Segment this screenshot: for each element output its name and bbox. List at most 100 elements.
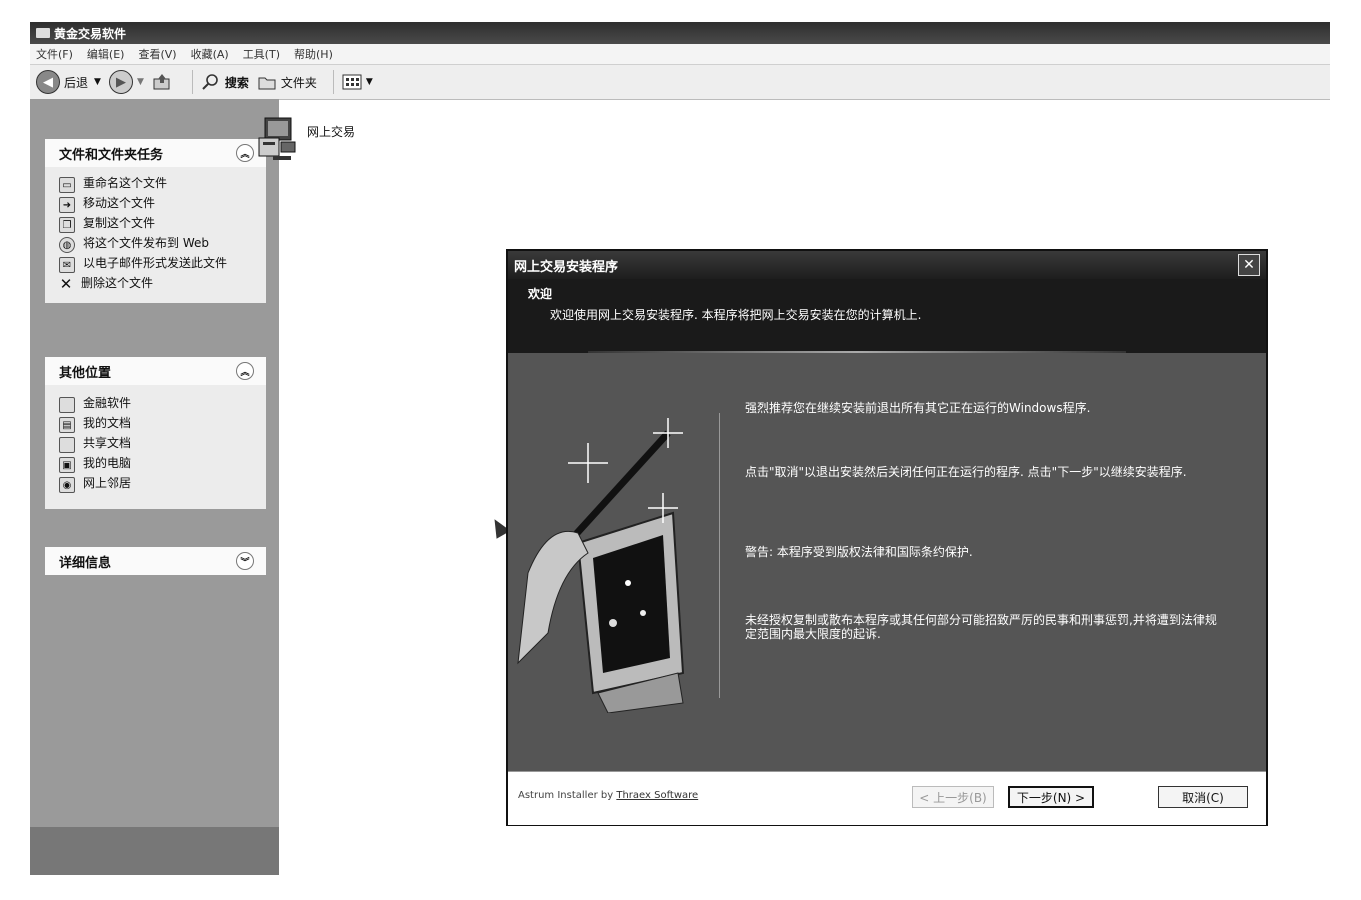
body-divider xyxy=(719,413,720,698)
web-publish-icon: ◍ xyxy=(59,237,75,253)
menu-view[interactable]: 查看(V) xyxy=(138,46,176,62)
views-button[interactable]: ▼ xyxy=(342,73,373,91)
back-button[interactable]: ◀ 后退 ▼ xyxy=(36,70,101,94)
details-title: 详细信息 xyxy=(59,555,112,571)
up-folder-button[interactable] xyxy=(152,73,176,91)
place-my-computer[interactable]: ▣ 我的电脑 xyxy=(59,457,256,473)
place-my-documents[interactable]: ▤ 我的文档 xyxy=(59,417,256,433)
collapse-icon[interactable]: ︽ xyxy=(236,362,254,380)
folder-icon xyxy=(59,437,75,453)
toolbar: ◀ 后退 ▼ ▶ ▼ 搜索 文件夹 ▼ xyxy=(30,65,1330,100)
menu-file[interactable]: 文件(F) xyxy=(36,46,73,62)
dialog-header: 欢迎 欢迎使用网上交易安装程序. 本程序将把网上交易安装在您的计算机上. xyxy=(508,279,1266,353)
toolbar-separator xyxy=(191,70,193,94)
folder-icon xyxy=(59,397,75,413)
task-label: 复制这个文件 xyxy=(83,216,156,230)
dialog-footer: Astrum Installer by Thraex Software < 上一… xyxy=(508,771,1266,825)
place-label: 共享文档 xyxy=(83,436,132,450)
search-button[interactable]: 搜索 xyxy=(201,73,249,91)
task-move[interactable]: ➜ 移动这个文件 xyxy=(59,197,256,213)
forward-arrow-icon: ▶ xyxy=(108,70,133,94)
move-icon: ➜ xyxy=(59,197,75,213)
menu-tools[interactable]: 工具(T) xyxy=(243,46,280,62)
other-places-panel: 其他位置 ︽ 金融软件 ▤ 我的文档 共享文档 ▣ 我的电脑 ◉ 网上邻居 xyxy=(45,357,266,509)
dropdown-arrow-icon: ▼ xyxy=(365,77,373,87)
up-folder-icon xyxy=(153,74,170,90)
network-icon: ◉ xyxy=(59,477,75,493)
menu-bar: 文件(F) 编辑(E) 查看(V) 收藏(A) 工具(T) 帮助(H) xyxy=(30,44,1330,65)
expand-icon[interactable]: ︾ xyxy=(236,552,254,570)
task-copy[interactable]: ❐ 复制这个文件 xyxy=(59,217,256,233)
task-rename[interactable]: ▭ 重命名这个文件 xyxy=(59,177,256,193)
menu-favorites[interactable]: 收藏(A) xyxy=(191,46,229,62)
place-label: 网上邻居 xyxy=(83,476,132,490)
email-icon: ✉ xyxy=(59,257,75,273)
task-label: 移动这个文件 xyxy=(83,196,156,210)
credit-link[interactable]: Thraex Software xyxy=(616,790,698,801)
delete-icon: ✕ xyxy=(59,274,73,293)
cancel-button[interactable]: 取消(C) xyxy=(1158,786,1248,808)
place-finance-software[interactable]: 金融软件 xyxy=(59,397,256,413)
file-tasks-title: 文件和文件夹任务 xyxy=(59,147,164,163)
task-label: 重命名这个文件 xyxy=(83,176,168,190)
folders-button[interactable]: 文件夹 xyxy=(257,73,317,91)
place-label: 我的电脑 xyxy=(83,456,132,470)
installer-icon xyxy=(258,117,296,160)
window-title: 黄金交易软件 xyxy=(54,26,127,41)
search-label: 搜索 xyxy=(224,75,249,90)
toolbar-separator xyxy=(332,70,334,94)
task-pane: 文件和文件夹任务 ︽ ▭ 重命名这个文件 ➜ 移动这个文件 ❐ 复制这个文件 ◍ xyxy=(30,99,279,875)
place-label: 我的文档 xyxy=(83,416,132,430)
dropdown-arrow-icon: ▼ xyxy=(94,77,101,87)
place-network[interactable]: ◉ 网上邻居 xyxy=(59,477,256,493)
dialog-title: 网上交易安装程序 xyxy=(514,259,619,275)
place-shared-documents[interactable]: 共享文档 xyxy=(59,437,256,453)
documents-icon: ▤ xyxy=(59,417,75,433)
legal-warning-text: 未经授权复制或散布本程序或其任何部分可能招致严厉的民事和刑事惩罚,并将遭到法律规… xyxy=(745,613,1217,641)
header-description: 欢迎使用网上交易安装程序. 本程序将把网上交易安装在您的计算机上. xyxy=(550,308,922,322)
title-bar: 黄金交易软件 xyxy=(30,22,1330,44)
task-delete[interactable]: ✕ 删除这个文件 xyxy=(59,274,256,293)
task-publish-web[interactable]: ◍ 将这个文件发布到 Web xyxy=(59,237,256,253)
other-places-list: 金融软件 ▤ 我的文档 共享文档 ▣ 我的电脑 ◉ 网上邻居 xyxy=(45,385,266,509)
copyright-warning-text: 警告: 本程序受到版权法律和国际条约保护. xyxy=(745,545,973,559)
file-tasks-header[interactable]: 文件和文件夹任务 ︽ xyxy=(45,139,266,167)
file-label: 网上交易 xyxy=(307,124,356,139)
recommend-text: 强烈推荐您在继续安装前退出所有其它正在运行的Windows程序. xyxy=(745,401,1091,415)
place-label: 金融软件 xyxy=(83,396,132,410)
cancel-instruction-text: 点击"取消"以退出安装然后关闭任何正在运行的程序. 点击"下一步"以继续安装程序… xyxy=(745,465,1187,479)
other-places-header[interactable]: 其他位置 ︽ xyxy=(45,357,266,385)
menu-edit[interactable]: 编辑(E) xyxy=(87,46,125,62)
details-panel: 详细信息 ︾ xyxy=(45,547,266,575)
back-label: 后退 xyxy=(64,75,89,90)
task-label: 以电子邮件形式发送此文件 xyxy=(83,256,228,270)
next-step-button[interactable]: 下一步(N) > xyxy=(1008,786,1094,808)
file-tasks-list: ▭ 重命名这个文件 ➜ 移动这个文件 ❐ 复制这个文件 ◍ 将这个文件发布到 W… xyxy=(45,167,266,303)
task-label: 将这个文件发布到 Web xyxy=(83,236,209,250)
header-title: 欢迎 xyxy=(528,287,553,301)
task-email[interactable]: ✉ 以电子邮件形式发送此文件 xyxy=(59,257,256,273)
installer-credit: Astrum Installer by Thraex Software xyxy=(518,790,698,801)
file-item-online-trading[interactable]: 网上交易 xyxy=(255,114,355,162)
menu-help[interactable]: 帮助(H) xyxy=(294,46,333,62)
dropdown-arrow-icon: ▼ xyxy=(136,77,144,87)
task-label: 删除这个文件 xyxy=(81,276,154,290)
collapse-icon[interactable]: ︽ xyxy=(236,144,254,162)
details-header[interactable]: 详细信息 ︾ xyxy=(45,547,266,575)
views-icon xyxy=(342,74,362,90)
back-step-button[interactable]: < 上一步(B) xyxy=(912,786,994,808)
folders-label: 文件夹 xyxy=(280,75,317,90)
rename-icon: ▭ xyxy=(59,177,75,193)
close-icon[interactable]: ✕ xyxy=(1238,254,1260,276)
credit-prefix: Astrum Installer by xyxy=(518,790,617,801)
folder-icon xyxy=(36,28,50,38)
forward-button[interactable]: ▶ ▼ xyxy=(108,70,144,94)
installer-dialog: 网上交易安装程序 ✕ 欢迎 欢迎使用网上交易安装程序. 本程序将把网上交易安装在… xyxy=(506,249,1268,826)
folders-icon xyxy=(258,77,276,90)
file-tasks-panel: 文件和文件夹任务 ︽ ▭ 重命名这个文件 ➜ 移动这个文件 ❐ 复制这个文件 ◍ xyxy=(45,139,266,303)
back-arrow-icon: ◀ xyxy=(36,70,60,94)
dialog-title-bar: 网上交易安装程序 ✕ xyxy=(508,251,1266,279)
search-icon xyxy=(202,74,218,90)
copy-icon: ❐ xyxy=(59,217,75,233)
computer-icon: ▣ xyxy=(59,457,75,473)
